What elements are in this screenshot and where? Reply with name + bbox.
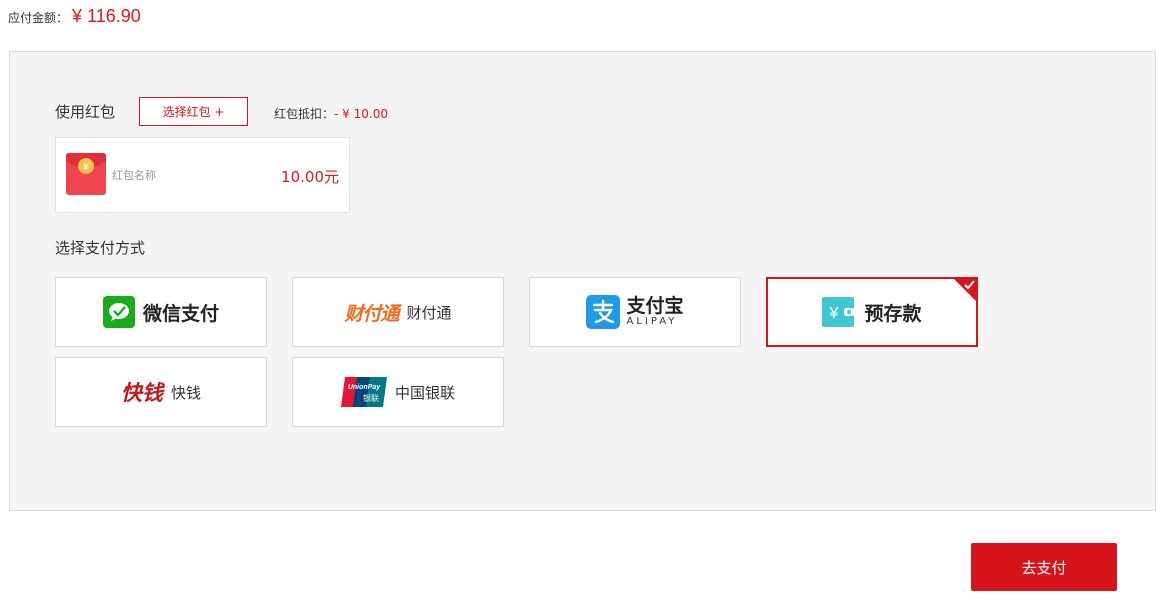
red-packet-card[interactable]: ¥ 红包名称 10.00元 — [55, 137, 350, 213]
payment-option-alipay[interactable]: 支付宝 ALIPAY — [529, 277, 741, 347]
deduction-value: - ¥ 10.00 — [334, 107, 388, 121]
unionpay-logo: UnionPay 银联 — [340, 377, 387, 407]
payment-option-label: 财付通 — [406, 303, 452, 322]
amount-row: 应付金额： ¥ 116.90 — [8, 6, 141, 34]
red-envelope-icon: ¥ — [66, 153, 106, 195]
alipay-icon — [586, 295, 621, 329]
payment-option-deposit[interactable]: ¥ 预存款 — [766, 277, 978, 347]
payment-option-label: 预存款 — [864, 302, 922, 325]
wechat-pay-icon — [102, 296, 135, 328]
payment-option-label: 支付宝 — [626, 295, 684, 317]
svg-text:银联: 银联 — [363, 393, 379, 403]
red-packet-value: 10.00元 — [281, 168, 339, 186]
payment-option-wechat[interactable]: 微信支付 — [55, 277, 267, 347]
payment-option-label: 中国银联 — [394, 383, 455, 402]
payment-method-title: 选择支付方式 — [55, 239, 146, 257]
alipay-sublabel: ALIPAY — [626, 316, 678, 327]
payment-option-label: 快钱 — [170, 383, 201, 402]
payment-option-unionpay[interactable]: UnionPay 银联 中国银联 — [292, 357, 504, 427]
red-packet-title: 使用红包 — [55, 103, 116, 121]
payment-panel: 使用红包 选择红包 + 红包抵扣：- ¥ 10.00 ¥ 红包名称 10.00元… — [9, 51, 1156, 511]
payment-option-tenpay[interactable]: 财付通 财付通 — [292, 277, 504, 347]
red-packet-name: 红包名称 — [112, 169, 156, 182]
red-packet-deduction: 红包抵扣：- ¥ 10.00 — [274, 105, 388, 122]
amount-label: 应付金额： — [8, 11, 69, 25]
svg-text:¥: ¥ — [829, 305, 839, 322]
payment-option-label: 微信支付 — [142, 302, 219, 325]
pay-button[interactable]: 去支付 — [971, 543, 1117, 591]
payment-option-99bill[interactable]: 快钱 快钱 — [55, 357, 267, 427]
deposit-icon: ¥ — [822, 297, 857, 327]
99bill-logo: 快钱 — [120, 380, 163, 405]
amount-value: ¥ 116.90 — [72, 6, 141, 26]
svg-text:¥: ¥ — [82, 162, 89, 173]
select-red-packet-button[interactable]: 选择红包 + — [139, 97, 248, 126]
alipay-text: 支付宝 ALIPAY — [626, 296, 683, 328]
selected-check-icon — [953, 278, 977, 302]
deduction-label: 红包抵扣： — [274, 107, 335, 121]
tenpay-logo: 财付通 — [344, 302, 399, 325]
svg-text:UnionPay: UnionPay — [348, 384, 381, 391]
